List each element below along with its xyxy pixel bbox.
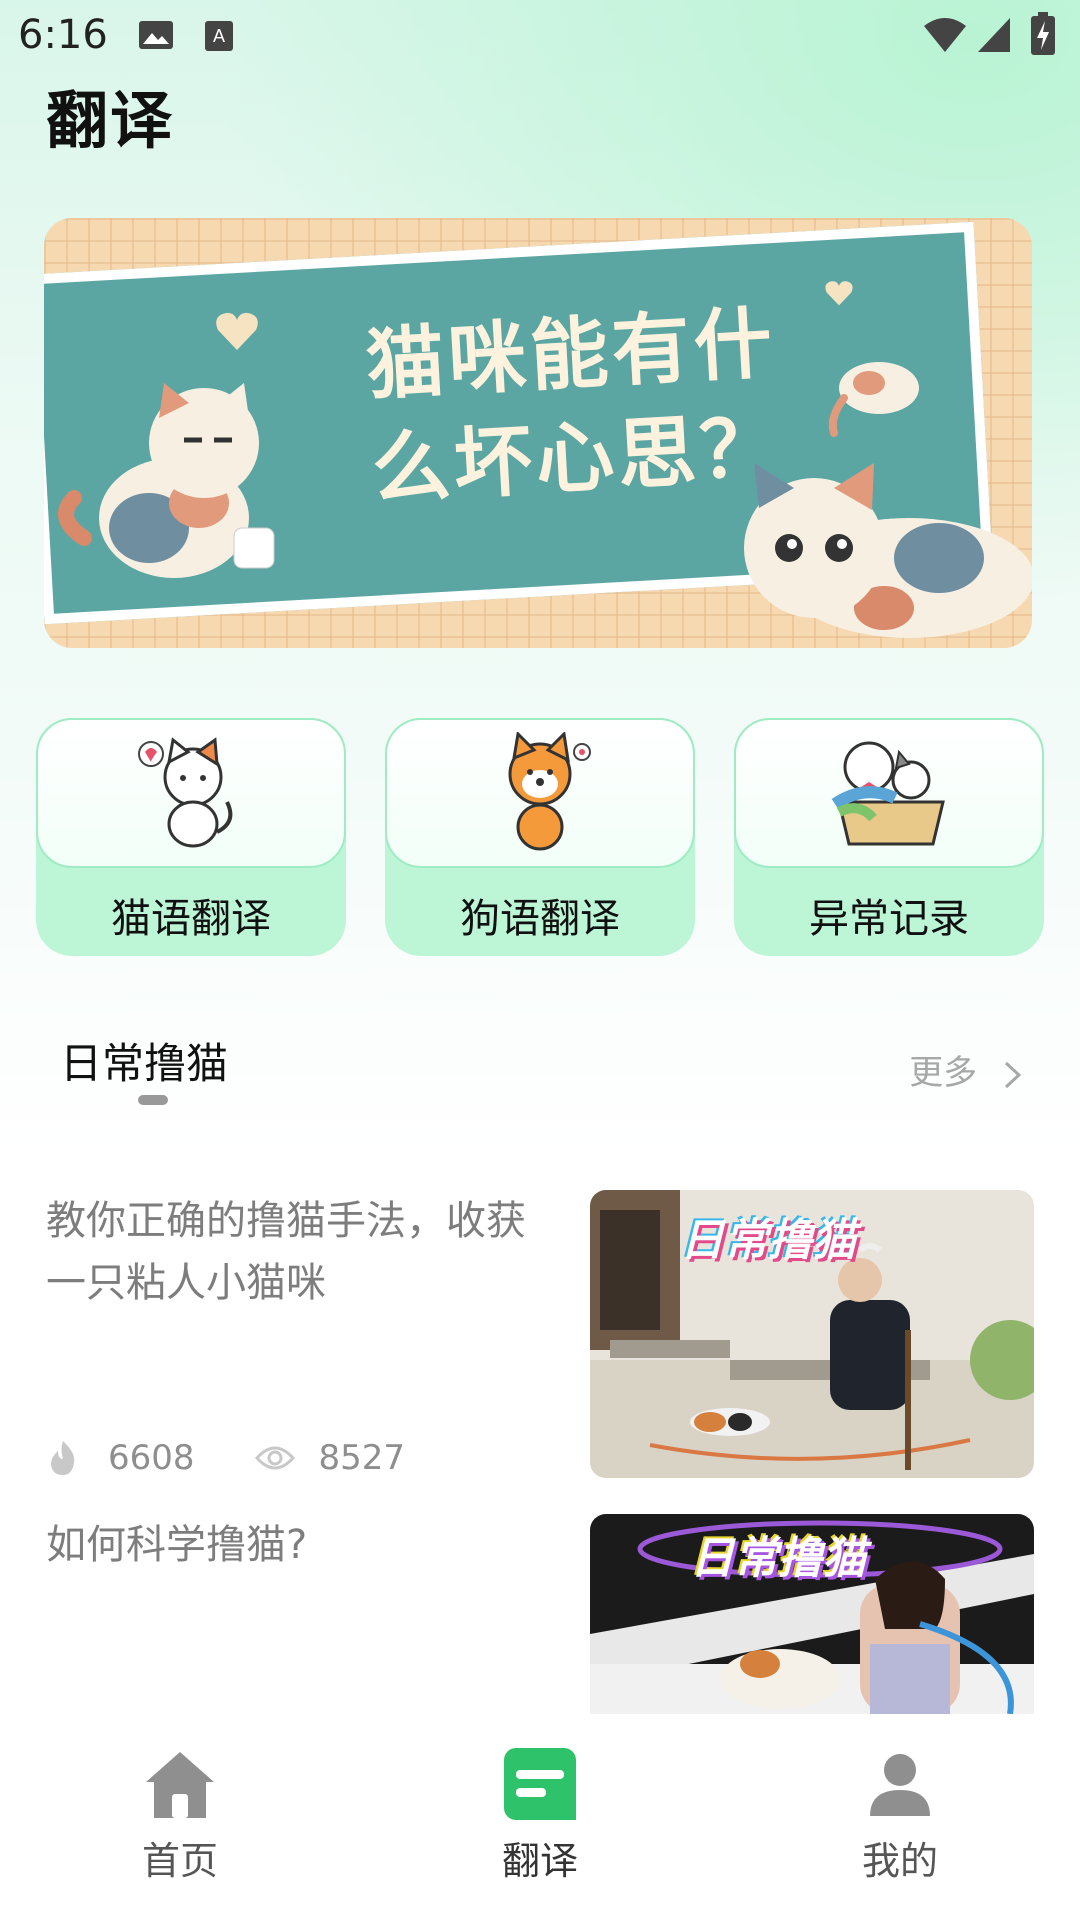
page-title: 翻译 [46,84,175,157]
dog-translate-button[interactable]: 狗语翻译 [385,718,695,956]
tab-home[interactable]: 首页 [100,1746,260,1885]
chevron-right-icon [1004,1061,1022,1088]
quick-card-top [385,718,695,868]
article-thumbnail: 日常撸猫 [590,1514,1034,1714]
thumb-caption: 日常撸猫 [690,1533,866,1584]
abnormal-record-button[interactable]: 异常记录 [734,718,1044,956]
heart-icon [216,312,258,350]
flame-icon [51,1441,75,1475]
quick-label: 猫语翻译 [111,896,271,942]
signal-icon [978,18,1010,52]
cat-translate-button[interactable]: 猫语翻译 [36,718,346,956]
tab-label: 我的 [861,1839,938,1883]
views-count: 8527 [318,1438,406,1478]
tab-label: 首页 [141,1839,218,1883]
status-time: 6:16 [18,12,108,58]
bottom-tab-bar: 首页 翻译 我的 [0,1728,1080,1920]
jumping-cat-illustration [828,362,919,437]
article-item[interactable]: 教你正确的撸猫手法，收获一只粘人小猫咪 6608 8527 日常撸猫 [46,1190,1036,1490]
keyboard-notification-icon: A [205,21,233,51]
quick-label: 异常记录 [809,896,969,942]
lying-cat-illustration [744,463,1032,638]
more-label: 更多 [909,1053,978,1093]
eye-icon [254,1446,295,1470]
heart-icon [825,281,853,306]
profile-icon [870,1754,930,1816]
translate-icon [504,1748,576,1820]
image-notification-icon [139,21,173,49]
home-icon [146,1752,214,1818]
article-stats: 6608 8527 [46,1438,405,1478]
section-indicator [138,1095,168,1105]
status-bar: 6:16 A [0,0,1080,72]
thumb-caption: 日常撸猫 [680,1215,856,1266]
article-thumbnail: 日常撸猫 [590,1190,1034,1478]
article-item[interactable]: 如何科学撸猫? 日常撸猫 [46,1514,1036,1714]
wifi-icon [924,18,966,52]
article-title: 如何科学撸猫? [46,1522,308,1568]
more-link[interactable]: 更多 [909,1045,1024,1094]
quick-card-top [36,718,346,868]
pets-basket-icon [831,741,945,846]
quick-label: 狗语翻译 [460,896,620,942]
sitting-cat-illustration [58,383,275,578]
tab-profile[interactable]: 我的 [820,1746,980,1885]
promo-banner[interactable]: 猫咪能有什 么坏心思？ [44,218,1032,648]
cat-icon [138,737,233,848]
article-title: 教你正确的撸猫手法，收获一只粘人小猫咪 [46,1198,526,1306]
tab-translate[interactable]: 翻译 [460,1746,620,1885]
quick-card-top [734,718,1044,868]
section-title: 日常撸猫 [60,1039,229,1088]
tab-label: 翻译 [501,1839,578,1883]
likes-count: 6608 [108,1438,195,1478]
svg-text:A: A [213,26,225,46]
dog-icon [508,732,591,851]
battery-charging-icon [1031,12,1055,55]
